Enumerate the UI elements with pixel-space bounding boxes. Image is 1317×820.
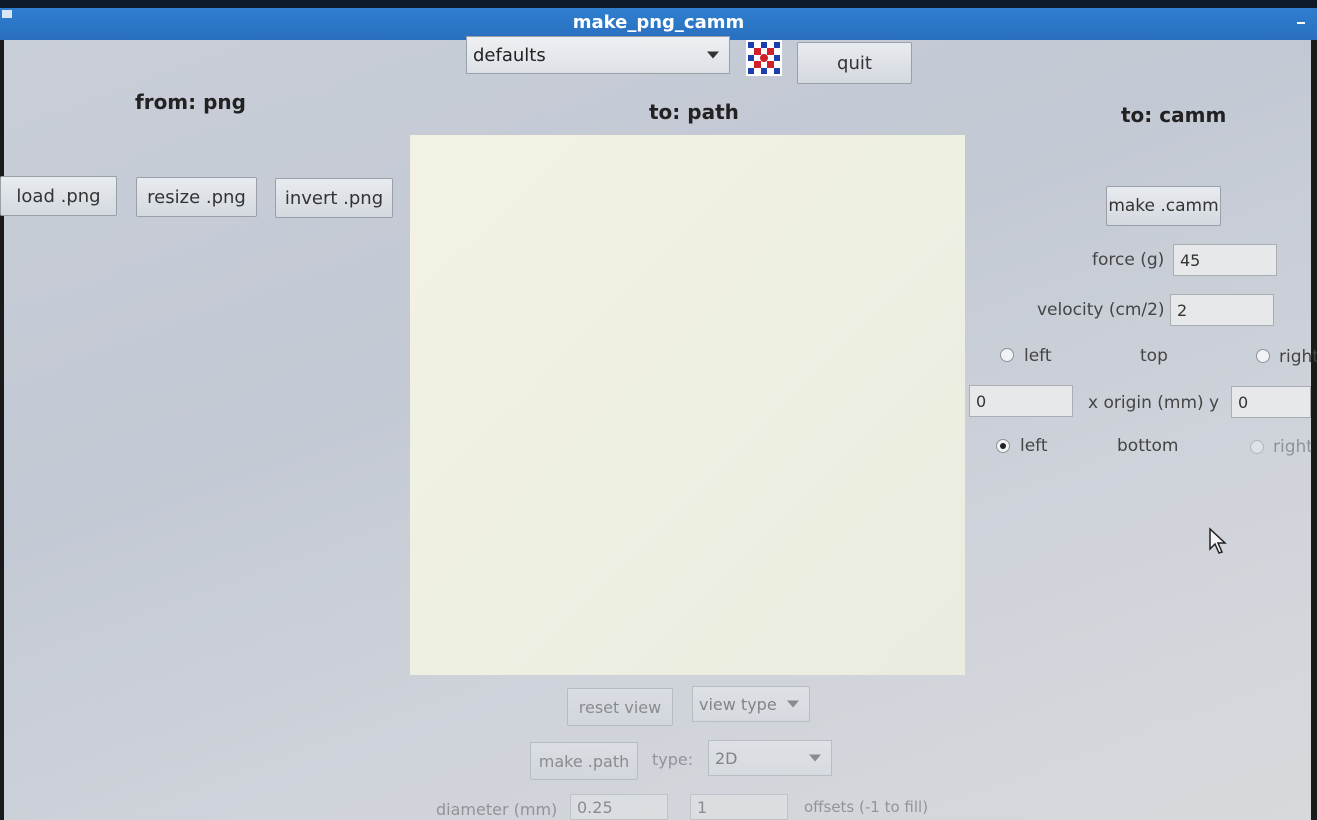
- chevron-down-icon: [809, 754, 821, 762]
- path-type-value: 2D: [715, 748, 738, 768]
- top-left-radio[interactable]: [1000, 348, 1014, 362]
- left-border: [0, 40, 4, 820]
- type-label: type:: [652, 750, 694, 769]
- path-heading: to: path: [649, 100, 739, 124]
- make-path-button[interactable]: make .path: [530, 742, 638, 780]
- origin-y-field[interactable]: 0: [1231, 386, 1311, 418]
- from-heading: from: png: [135, 90, 246, 114]
- diameter-label: diameter (mm): [436, 800, 558, 819]
- bottom-label: bottom: [1117, 436, 1179, 456]
- chevron-down-icon: [787, 700, 799, 708]
- top-right-label: right: [1279, 347, 1317, 367]
- path-canvas[interactable]: [410, 135, 965, 675]
- window-title: make_png_camm: [572, 12, 745, 33]
- mouse-cursor-icon: [1209, 527, 1227, 554]
- view-type-value: view type: [699, 694, 777, 714]
- origin-label: x origin (mm) y: [1088, 393, 1220, 413]
- velocity-label: velocity (cm/2): [1037, 300, 1165, 320]
- minimize-icon[interactable]: [1297, 22, 1305, 24]
- camm-heading: to: camm: [1121, 103, 1227, 127]
- force-field[interactable]: 45: [1173, 244, 1277, 276]
- preset-select-value: defaults: [473, 44, 546, 66]
- force-label: force (g): [1092, 250, 1165, 270]
- view-type-select[interactable]: view type: [692, 686, 810, 722]
- preset-select[interactable]: defaults: [466, 36, 730, 74]
- offsets-label: offsets (-1 to fill): [804, 798, 929, 816]
- make-camm-button[interactable]: make .camm: [1106, 186, 1221, 226]
- origin-x-field[interactable]: 0: [969, 385, 1073, 417]
- bottom-right-radio[interactable]: [1250, 440, 1264, 454]
- bottom-right-label: right: [1273, 437, 1313, 457]
- top-label: top: [1140, 346, 1168, 366]
- top-right-radio[interactable]: [1256, 349, 1270, 363]
- load-png-button[interactable]: load .png: [0, 176, 117, 216]
- bottom-left-radio[interactable]: [996, 439, 1010, 453]
- bottom-left-label: left: [1020, 436, 1048, 456]
- offsets-field[interactable]: 1: [690, 794, 788, 820]
- chevron-down-icon: [707, 51, 719, 59]
- invert-png-button[interactable]: invert .png: [275, 178, 393, 218]
- resize-png-button[interactable]: resize .png: [136, 177, 257, 217]
- diameter-field[interactable]: 0.25: [570, 794, 668, 820]
- path-type-select[interactable]: 2D: [708, 740, 832, 776]
- velocity-field[interactable]: 2: [1170, 294, 1274, 326]
- top-left-label: left: [1024, 346, 1052, 366]
- quit-button[interactable]: quit: [797, 42, 912, 84]
- fab-logo-icon: [746, 40, 782, 76]
- right-border: [1311, 40, 1317, 820]
- reset-view-button[interactable]: reset view: [567, 688, 673, 726]
